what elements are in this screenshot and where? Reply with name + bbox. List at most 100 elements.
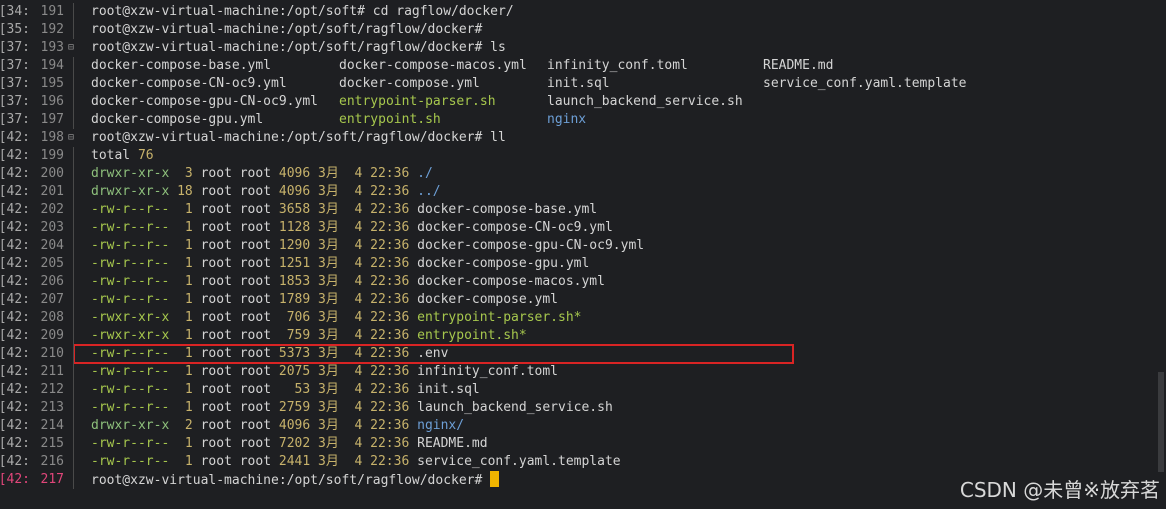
fold-guide bbox=[73, 327, 74, 345]
file-size: 4096 bbox=[278, 184, 311, 199]
month: 3月 bbox=[318, 328, 339, 343]
terminal-line: :34] 191 root@xzw-virtual-machine:/opt/sof… bbox=[0, 3, 1150, 21]
ls-entry: launch_backend_service.sh bbox=[547, 94, 743, 109]
time: 22:36 bbox=[370, 418, 410, 433]
command-line: root@xzw-virtual-machine:/opt/soft/ragfl… bbox=[91, 40, 506, 55]
fold-guide bbox=[73, 201, 74, 219]
owner-group: root root bbox=[200, 166, 272, 181]
line-number: 198 bbox=[40, 130, 64, 145]
ls-entry: docker-compose-gpu.yml bbox=[91, 112, 264, 127]
ls-entry: entrypoint-parser.sh bbox=[339, 94, 496, 109]
fold-toggle-icon[interactable]: ⊟ bbox=[68, 129, 78, 147]
scrollbar-thumb[interactable] bbox=[1158, 372, 1164, 472]
link-count: 1 bbox=[177, 274, 193, 289]
file-size: 7202 bbox=[278, 436, 311, 451]
owner-group: root root bbox=[200, 238, 272, 253]
owner-group: root root bbox=[200, 292, 272, 307]
permissions: -rw-r--r-- bbox=[91, 454, 170, 469]
text-cursor[interactable] bbox=[490, 471, 500, 487]
timestamp: :42] bbox=[0, 364, 30, 379]
timestamp: :42] bbox=[0, 220, 30, 235]
link-count: 1 bbox=[177, 400, 193, 415]
time: 22:36 bbox=[370, 328, 410, 343]
line-number: 217 bbox=[40, 472, 64, 487]
terminal-line: :42] 209 -rwxr-xr-x 1 root root 759 3月 4 2… bbox=[0, 327, 1150, 345]
day: 4 bbox=[346, 256, 363, 271]
link-count: 18 bbox=[177, 184, 193, 199]
time: 22:36 bbox=[370, 346, 410, 361]
line-number: 196 bbox=[40, 94, 64, 109]
link-count: 1 bbox=[177, 220, 193, 235]
file-name: ../ bbox=[417, 184, 441, 199]
day: 4 bbox=[346, 436, 363, 451]
line-number: 205 bbox=[40, 256, 64, 271]
fold-guide bbox=[73, 399, 74, 417]
fold-guide bbox=[73, 291, 74, 309]
file-name: entrypoint-parser.sh* bbox=[417, 310, 582, 325]
link-count: 1 bbox=[177, 454, 193, 469]
month: 3月 bbox=[318, 292, 339, 307]
fold-guide bbox=[73, 165, 74, 183]
line-number: 215 bbox=[40, 436, 64, 451]
timestamp: :42] bbox=[0, 130, 30, 145]
file-name: .env bbox=[417, 346, 449, 361]
file-name: service_conf.yaml.template bbox=[417, 454, 621, 469]
file-size: 4096 bbox=[278, 166, 311, 181]
terminal-line: :42] 212 -rw-r--r-- 1 root root 53 3月 4 22… bbox=[0, 381, 1150, 399]
time: 22:36 bbox=[370, 202, 410, 217]
day: 4 bbox=[346, 400, 363, 415]
permissions: -rw-r--r-- bbox=[91, 274, 170, 289]
file-size: 1789 bbox=[278, 292, 311, 307]
file-name: ./ bbox=[417, 166, 433, 181]
time: 22:36 bbox=[370, 364, 410, 379]
fold-guide bbox=[73, 183, 74, 201]
file-size: 1128 bbox=[278, 220, 311, 235]
month: 3月 bbox=[318, 256, 339, 271]
total-value: 76 bbox=[137, 148, 154, 163]
line-number: 206 bbox=[40, 274, 64, 289]
day: 4 bbox=[346, 454, 363, 469]
timestamp: :42] bbox=[0, 346, 30, 361]
terminal-line: :42]203-rw-r--r-- 1 root root 1128 3月 4 … bbox=[0, 219, 1150, 237]
timestamp: :37] bbox=[0, 40, 30, 55]
line-number: 211 bbox=[40, 364, 64, 379]
fold-guide bbox=[73, 471, 74, 489]
owner-group: root root bbox=[200, 202, 272, 217]
permissions: -rw-r--r-- bbox=[91, 238, 170, 253]
file-size: 2075 bbox=[278, 364, 311, 379]
timestamp: :42] bbox=[0, 202, 30, 217]
terminal-line: :42]205-rw-r--r-- 1 root root 1251 3月 4 … bbox=[0, 255, 1150, 273]
file-name: docker-compose-CN-oc9.yml bbox=[417, 220, 613, 235]
terminal-line: :37] 193 ⊟ root@xzw-virtual-machine:/opt/so… bbox=[0, 39, 1150, 57]
terminal-window[interactable]: CSDN @未曾※放弃茗 :34]191root@xzw-virtual-mac… bbox=[0, 0, 1166, 509]
permissions: drwxr-xr-x bbox=[91, 166, 170, 181]
day: 4 bbox=[346, 418, 363, 433]
permissions: -rw-r--r-- bbox=[91, 220, 170, 235]
permissions: -rwxr-xr-x bbox=[91, 328, 170, 343]
link-count: 1 bbox=[177, 328, 193, 343]
fold-guide bbox=[73, 363, 74, 381]
line-number: 212 bbox=[40, 382, 64, 397]
fold-toggle-icon[interactable]: ⊟ bbox=[68, 39, 78, 57]
ls-entry: init.sql bbox=[547, 76, 610, 91]
link-count: 2 bbox=[177, 418, 193, 433]
time: 22:36 bbox=[370, 166, 410, 181]
timestamp: :42] bbox=[0, 436, 30, 451]
day: 4 bbox=[346, 274, 363, 289]
terminal-line: :42]216-rw-r--r-- 1 root root 2441 3月 4 … bbox=[0, 453, 1150, 471]
permissions: -rw-r--r-- bbox=[91, 400, 170, 415]
file-name: docker-compose-base.yml bbox=[417, 202, 598, 217]
timestamp: :37] bbox=[0, 112, 30, 127]
timestamp: :34] bbox=[0, 4, 30, 19]
time: 22:36 bbox=[370, 184, 410, 199]
month: 3月 bbox=[318, 220, 339, 235]
line-number: 199 bbox=[40, 148, 64, 163]
link-count: 1 bbox=[177, 256, 193, 271]
file-size: 1290 bbox=[278, 238, 311, 253]
fold-guide bbox=[73, 237, 74, 255]
total-label: total bbox=[91, 148, 138, 163]
line-number: 201 bbox=[40, 184, 64, 199]
line-number: 216 bbox=[40, 454, 64, 469]
day: 4 bbox=[346, 382, 363, 397]
line-number: 191 bbox=[40, 4, 64, 19]
